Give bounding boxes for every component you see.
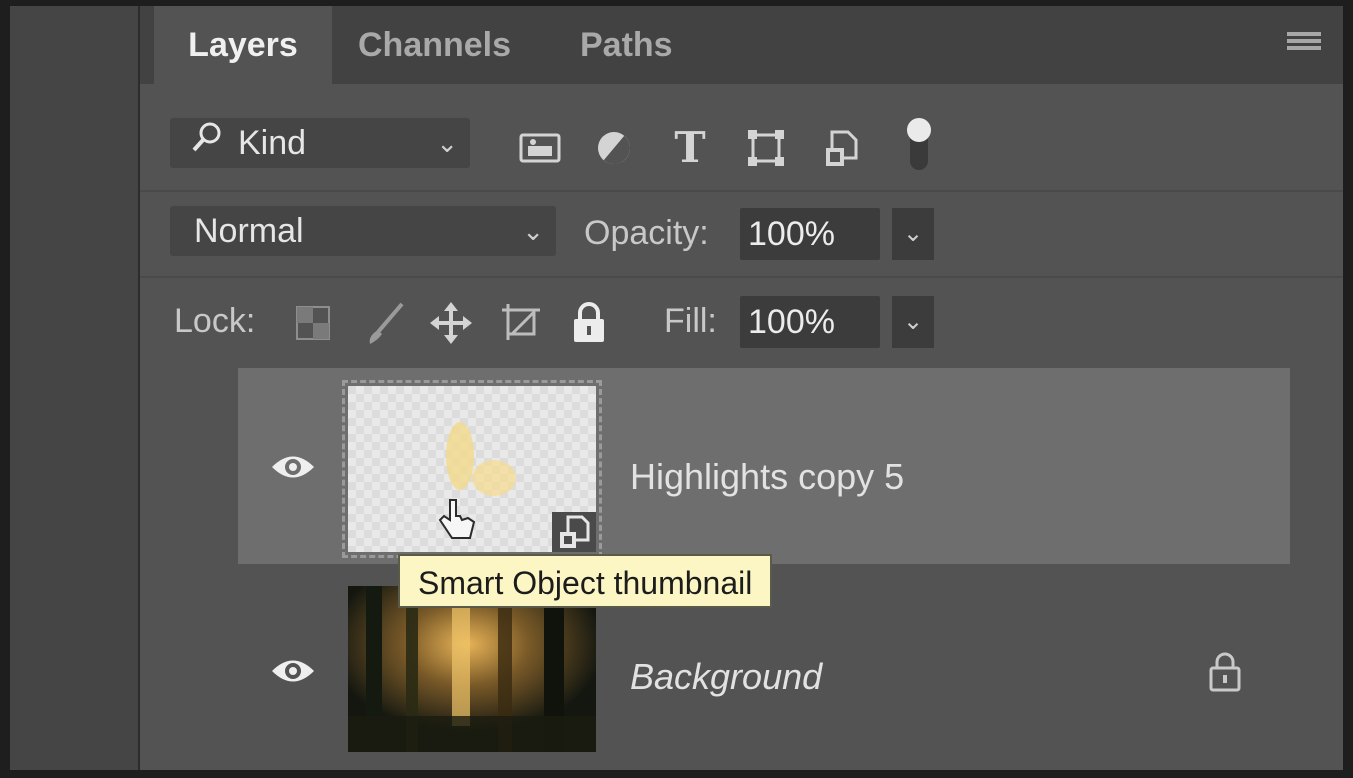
left-toolbar-strip <box>10 6 140 770</box>
divider <box>140 276 1343 278</box>
panel-tab-bar: Layers Channels Paths <box>140 6 1343 84</box>
background-layer-thumbnail[interactable] <box>348 586 596 752</box>
layers-scrollbar[interactable] <box>1291 374 1343 770</box>
search-icon <box>190 118 224 168</box>
fill-input[interactable]: 100% <box>740 296 880 348</box>
layer-row[interactable]: Highlights copy 5 <box>238 368 1290 564</box>
blend-mode-value: Normal <box>194 212 304 250</box>
lock-all-icon[interactable] <box>570 300 608 344</box>
eye-icon[interactable] <box>270 656 316 686</box>
type-filter-icon[interactable]: T <box>670 126 710 170</box>
tab-paths[interactable]: Paths <box>580 6 673 84</box>
layers-panel: Layers Channels Paths Kind ⌄ T Normal ⌄ … <box>140 6 1343 770</box>
divider <box>140 190 1343 192</box>
filter-toggle-icon[interactable] <box>904 116 934 174</box>
lock-transparent-pixels-icon[interactable] <box>294 304 332 342</box>
filter-kind-label: Kind <box>238 124 307 162</box>
layer-name[interactable]: Highlights copy 5 <box>630 456 904 498</box>
tab-layers[interactable]: Layers <box>154 6 332 84</box>
fill-label: Fill: <box>664 302 717 340</box>
fill-slider-toggle[interactable]: ⌄ <box>890 296 934 348</box>
adjustment-filter-icon[interactable] <box>594 128 634 168</box>
smart-object-thumbnail[interactable] <box>342 380 602 558</box>
layer-lock-icon[interactable] <box>1206 650 1244 692</box>
opacity-input[interactable]: 100% <box>740 208 880 260</box>
image-filter-icon[interactable] <box>518 130 562 166</box>
smart-object-filter-icon[interactable] <box>822 126 862 170</box>
shape-filter-icon[interactable] <box>746 128 786 168</box>
chevron-down-icon: ⌄ <box>436 128 458 158</box>
lock-position-icon[interactable] <box>430 302 472 344</box>
smart-object-badge-icon <box>552 512 596 552</box>
lock-artboard-icon[interactable] <box>498 300 544 344</box>
layer-name[interactable]: Background <box>630 656 822 698</box>
blend-mode-dropdown[interactable]: Normal ⌄ <box>170 206 556 256</box>
filter-kind-dropdown[interactable]: Kind ⌄ <box>170 118 470 168</box>
tab-channels[interactable]: Channels <box>358 6 511 84</box>
photoshop-layers-window: Layers Channels Paths Kind ⌄ T Normal ⌄ … <box>10 6 1343 770</box>
tooltip: Smart Object thumbnail <box>398 554 773 608</box>
opacity-slider-toggle[interactable]: ⌄ <box>890 208 934 260</box>
lock-image-pixels-icon[interactable] <box>364 300 408 346</box>
chevron-down-icon: ⌄ <box>522 216 544 246</box>
lock-label: Lock: <box>174 302 256 340</box>
panel-menu-icon[interactable] <box>1287 32 1321 56</box>
forest-thumbnail-image <box>348 586 596 752</box>
opacity-label: Opacity: <box>584 214 709 252</box>
eye-icon[interactable] <box>270 452 316 482</box>
